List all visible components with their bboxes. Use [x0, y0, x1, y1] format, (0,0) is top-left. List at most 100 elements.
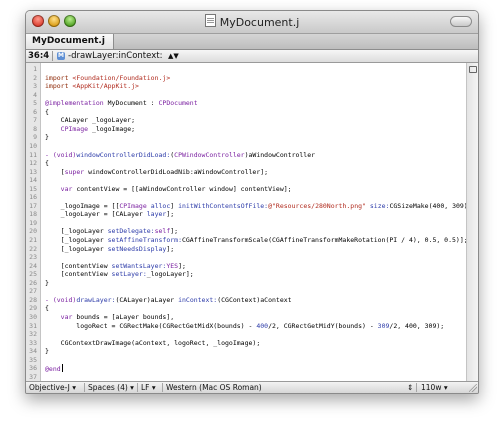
- code-token: CGContextDrawImage(aContext, logoRect, _…: [45, 338, 261, 347]
- code-token: - (void): [45, 295, 77, 304]
- encoding-popup[interactable]: Western (Mac OS Roman): [166, 382, 262, 393]
- toolbar-toggle-button[interactable]: [450, 16, 472, 27]
- code-token: {: [45, 107, 49, 116]
- statusbar-divider: [162, 383, 163, 392]
- code-line[interactable]: [_logoLayer setNeedsDisplay];: [45, 244, 175, 254]
- code-line[interactable]: @implementation MyDocument : CPDocument: [45, 99, 198, 108]
- code-line[interactable]: }: [45, 133, 49, 142]
- editor-window: MyDocument.j MyDocument.j 36:4 M -drawLa…: [25, 10, 479, 394]
- code-token: (CALayer)aLayer: [115, 295, 179, 304]
- code-token: @"Resources/280North.png": [268, 201, 366, 210]
- code-token: {: [45, 304, 49, 313]
- code-token: alloc: [150, 201, 171, 210]
- code-token: @end: [45, 365, 61, 374]
- indent-popup[interactable]: Spaces (4) ▾: [88, 382, 134, 393]
- cursor-position[interactable]: 36:4: [28, 50, 49, 62]
- code-token: }: [45, 347, 49, 356]
- code-line[interactable]: }: [45, 279, 49, 288]
- split-view-icon[interactable]: [469, 66, 477, 73]
- code-token: initWithContentsOfFile:: [178, 201, 269, 210]
- code-line[interactable]: [super windowControllerDidLoadNib:aWindo…: [45, 168, 268, 177]
- vertical-scrollbar[interactable]: [466, 63, 478, 381]
- code-token: ];: [178, 261, 186, 270]
- chevron-down-icon: ▾: [130, 383, 134, 392]
- code-token: - (void): [45, 150, 77, 159]
- code-token: ];: [166, 244, 175, 253]
- width-stepper-icon[interactable]: ⇕: [407, 382, 413, 393]
- code-line[interactable]: - (void)drawLayer:(CALayer)aLayer inCont…: [45, 296, 292, 305]
- status-bar: Objective-J ▾ Spaces (4) ▾ LF ▾ Western …: [26, 381, 478, 393]
- language-popup[interactable]: Objective-J ▾: [29, 382, 76, 393]
- code-token: contentView = [[aWindowController window…: [72, 184, 292, 193]
- code-token: CPDocument: [158, 99, 198, 108]
- code-token: inContext:: [178, 295, 218, 304]
- code-token: [: [45, 167, 65, 176]
- code-token: _logoLayer = [CALayer: [45, 210, 147, 219]
- code-token: setNeedsDisplay: [107, 244, 167, 253]
- code-token: super: [64, 167, 85, 176]
- code-token: ];: [166, 210, 175, 219]
- code-token: }: [45, 278, 49, 287]
- code-token: logoRect = CGRectMake(CGRectGetMidX(boun…: [45, 321, 257, 330]
- function-popup[interactable]: -drawLayer:inContext:: [68, 50, 162, 62]
- code-token: _logoImage = [[: [45, 201, 120, 210]
- code-token: ];: [170, 227, 179, 236]
- code-token: CGAffineTransformScale(CGAffineTransform…: [181, 236, 468, 244]
- code-token: CPImage: [60, 124, 89, 133]
- line-number-gutter: 1 2 3 4 5 6 7 8 9 10 11 12 13 14 15 16 17 18 19 20 21 22 23 24 2…: [26, 63, 41, 381]
- code-line[interactable]: import <AppKit/AppKit.j>: [45, 82, 139, 91]
- code-token: CPWindowController: [174, 150, 245, 159]
- statusbar-divider: [137, 383, 138, 392]
- window-title: MyDocument.j: [219, 16, 300, 29]
- function-popup-arrows-icon[interactable]: ▲▼: [168, 50, 179, 62]
- chevron-down-icon: ▾: [443, 383, 448, 392]
- title-bar[interactable]: MyDocument.j: [26, 11, 478, 34]
- method-icon: M: [57, 52, 65, 60]
- code-area[interactable]: import <Foundation/Foundation.j> import <…: [45, 63, 476, 381]
- code-token: windowControllerDidLoadNib:aWindowContro…: [84, 167, 269, 176]
- navigation-bar: 36:4 M -drawLayer:inContext: ▲▼: [26, 50, 478, 63]
- line-endings-popup[interactable]: LF ▾: [141, 382, 156, 393]
- code-token: /2, CGRectGetMidY(bounds) -: [268, 321, 378, 330]
- window-title-wrap: MyDocument.j: [26, 14, 478, 29]
- resize-grip-icon[interactable]: [469, 384, 477, 392]
- code-token: (CGContext)aContext: [217, 295, 292, 304]
- code-line[interactable]: [contentView setLayer:_logoLayer];: [45, 270, 194, 279]
- code-token: [_logoLayer: [45, 244, 108, 253]
- code-line[interactable]: CGContextDrawImage(aContext, logoRect, _…: [45, 338, 261, 348]
- chevron-down-icon: ▾: [72, 383, 77, 392]
- code-token: CPImage: [119, 201, 147, 210]
- code-line[interactable]: - (void)windowControllerDidLoad:(CPWindo…: [45, 151, 315, 160]
- code-token: YES: [166, 261, 179, 270]
- code-token: var: [60, 184, 73, 193]
- document-icon: [204, 14, 216, 27]
- code-token: self: [154, 227, 171, 236]
- code-token: import: [45, 82, 73, 91]
- code-token: [_logoLayer: [45, 236, 108, 244]
- code-token: <AppKit/AppKit.j>: [72, 82, 139, 91]
- code-line[interactable]: @end: [45, 364, 63, 374]
- wrap-width[interactable]: 110w ▾: [421, 382, 448, 393]
- code-line[interactable]: var contentView = [[aWindowController wi…: [45, 185, 292, 194]
- code-line[interactable]: logoRect = CGRectMake(CGRectGetMidX(boun…: [45, 322, 444, 331]
- code-line[interactable]: }: [45, 347, 49, 356]
- code-token: setLayer:: [111, 270, 147, 279]
- code-editor[interactable]: 1 2 3 4 5 6 7 8 9 10 11 12 13 14 15 16 17 18 19 20 21 22 23 24 2…: [26, 63, 478, 381]
- code-token: }: [45, 133, 49, 142]
- code-token: setDelegate:: [107, 227, 155, 236]
- code-line[interactable]: CPImage _logoImage;: [45, 125, 135, 134]
- code-token: layer: [146, 210, 167, 219]
- text-cursor: [61, 364, 63, 373]
- tab-mydocument[interactable]: MyDocument.j: [26, 34, 114, 49]
- chevron-down-icon: ▾: [151, 383, 156, 392]
- code-token: _logoImage;: [88, 124, 136, 133]
- code-token: drawLayer:: [76, 295, 116, 304]
- code-token: /2, 400, 309);: [389, 321, 445, 330]
- code-token: [contentView: [45, 270, 112, 279]
- code-line[interactable]: _logoLayer = [CALayer layer];: [45, 210, 175, 219]
- code-token: size:: [369, 201, 390, 210]
- code-token: setWantsLayer:: [111, 261, 167, 270]
